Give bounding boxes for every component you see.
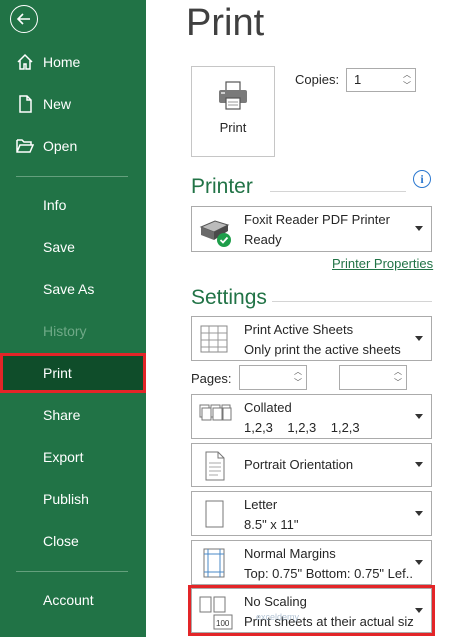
- caret-down-icon: [415, 335, 423, 341]
- pages-to-spinner[interactable]: ︿ ﹀: [392, 367, 404, 387]
- pages-from-spinner[interactable]: ︿ ﹀: [292, 367, 304, 387]
- collation-desc: 1,2,3 1,2,3 1,2,3: [244, 420, 360, 435]
- watermark-logo: exceldemy: [256, 612, 300, 622]
- sidebar-item-label: New: [43, 96, 72, 112]
- chevron-up-icon[interactable]: ︿: [294, 367, 302, 376]
- sidebar-item-label: Info: [43, 197, 67, 213]
- print-button[interactable]: Print: [191, 66, 275, 157]
- printer-name: Foxit Reader PDF Printer: [244, 212, 390, 227]
- sidebar-item-new[interactable]: New: [0, 84, 146, 124]
- collated-pages-icon: [198, 401, 234, 437]
- sidebar-item-label: Close: [43, 533, 79, 549]
- settings-section-title: Settings: [191, 286, 267, 309]
- sidebar-item-label: Home: [43, 54, 81, 70]
- sidebar-item-print[interactable]: Print: [0, 353, 146, 393]
- printer-properties-link[interactable]: Printer Properties: [332, 256, 433, 271]
- chevron-up-icon[interactable]: ︿: [403, 70, 411, 79]
- print-pane: Print Print Copies: 1 ︿ ﹀ Printer i Foxi…: [146, 0, 474, 637]
- caret-down-icon: [415, 462, 423, 467]
- margins-dropdown[interactable]: Normal Margins Top: 0.75" Bottom: 0.75" …: [191, 540, 432, 585]
- info-icon[interactable]: i: [413, 170, 431, 188]
- pages-to-stepper[interactable]: ︿ ﹀: [339, 365, 407, 390]
- copies-spinner[interactable]: ︿ ﹀: [401, 70, 413, 90]
- printer-ready-icon: [198, 213, 234, 249]
- sidebar-item-label: Save: [43, 239, 75, 255]
- collation-title: Collated: [244, 400, 292, 415]
- new-document-icon: [16, 95, 34, 113]
- printer-status: Ready: [244, 232, 282, 247]
- printer-dropdown[interactable]: Foxit Reader PDF Printer Ready: [191, 206, 432, 252]
- paper-size-title: Letter: [244, 497, 278, 512]
- margins-desc: Top: 0.75" Bottom: 0.75" Lef...: [244, 566, 414, 581]
- collation-dropdown[interactable]: Collated 1,2,3 1,2,3 1,2,3: [191, 394, 432, 439]
- backstage-sidebar: Home New Open Info Save Save As History …: [0, 0, 146, 637]
- pages-from-stepper[interactable]: ︿ ﹀: [239, 365, 307, 390]
- sidebar-divider: [16, 176, 128, 177]
- caret-down-icon: [415, 607, 423, 613]
- sidebar-item-home[interactable]: Home: [0, 42, 146, 82]
- sidebar-item-save[interactable]: Save: [0, 227, 146, 267]
- caret-down-icon: [415, 510, 423, 516]
- sidebar-item-open[interactable]: Open: [0, 126, 146, 166]
- caret-down-icon: [415, 559, 423, 565]
- sidebar-item-history: History: [0, 311, 146, 351]
- copies-value: 1: [354, 72, 362, 87]
- caret-down-icon: [415, 226, 423, 231]
- sheet-grid-icon: [198, 323, 234, 359]
- back-arrow-icon[interactable]: [10, 5, 38, 33]
- printer-icon: [217, 81, 249, 116]
- margins-title: Normal Margins: [244, 546, 336, 561]
- no-scaling-icon: 100: [198, 595, 234, 631]
- page-title: Print: [186, 2, 265, 44]
- sidebar-item-label: Export: [43, 449, 84, 465]
- printer-section-title: Printer: [191, 175, 253, 198]
- paper-size-desc: 8.5" x 11": [244, 517, 299, 532]
- print-what-desc: Only print the active sheets: [244, 342, 401, 357]
- sidebar-item-label: Account: [43, 592, 94, 608]
- sidebar-item-export[interactable]: Export: [0, 437, 146, 477]
- chevron-down-icon[interactable]: ﹀: [294, 378, 302, 387]
- caret-down-icon: [415, 413, 423, 419]
- sidebar-item-account[interactable]: Account: [0, 580, 146, 620]
- sidebar-divider: [16, 571, 128, 572]
- sidebar-item-label: Save As: [43, 281, 95, 297]
- open-folder-icon: [16, 137, 34, 155]
- chevron-down-icon[interactable]: ﹀: [394, 378, 402, 387]
- chevron-up-icon[interactable]: ︿: [394, 367, 402, 376]
- sidebar-item-close[interactable]: Close: [0, 521, 146, 561]
- print-button-label: Print: [219, 120, 247, 135]
- sidebar-item-info[interactable]: Info: [0, 185, 146, 225]
- sidebar-item-label: Open: [43, 138, 78, 154]
- copies-label: Copies:: [295, 72, 340, 87]
- sidebar-item-label: Print: [43, 365, 72, 381]
- copies-stepper[interactable]: 1 ︿ ﹀: [346, 68, 416, 92]
- chevron-down-icon[interactable]: ﹀: [403, 81, 411, 90]
- print-what-dropdown[interactable]: Print Active Sheets Only print the activ…: [191, 316, 432, 361]
- sidebar-item-save-as[interactable]: Save As: [0, 269, 146, 309]
- sidebar-item-label: Publish: [43, 491, 89, 507]
- sidebar-item-label: History: [43, 323, 87, 339]
- portrait-page-icon: [198, 450, 234, 486]
- scaling-dropdown[interactable]: 100 No Scaling Print sheets at their act…: [188, 585, 435, 636]
- paper-size-icon: [198, 498, 234, 534]
- margins-icon: [198, 547, 234, 583]
- sidebar-item-publish[interactable]: Publish: [0, 479, 146, 519]
- sidebar-item-label: Share: [43, 407, 81, 423]
- section-divider: [270, 191, 406, 192]
- home-icon: [16, 53, 34, 71]
- paper-size-dropdown[interactable]: Letter 8.5" x 11": [191, 491, 432, 536]
- print-what-title: Print Active Sheets: [244, 322, 354, 337]
- pages-label: Pages:: [191, 371, 232, 386]
- orientation-title: Portrait Orientation: [244, 457, 354, 472]
- orientation-dropdown[interactable]: Portrait Orientation: [191, 443, 432, 487]
- section-divider: [272, 301, 432, 302]
- sidebar-item-share[interactable]: Share: [0, 395, 146, 435]
- scaling-title: No Scaling: [244, 594, 307, 609]
- scaling-icon-text: 100: [216, 619, 230, 628]
